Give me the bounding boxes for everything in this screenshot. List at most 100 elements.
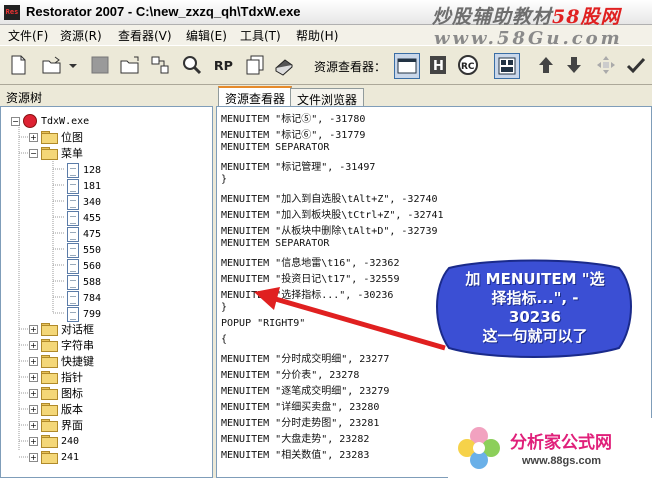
collapse-toggle[interactable]: − <box>11 116 20 126</box>
code-line: MENUITEM SEPARATOR <box>221 238 330 249</box>
magnifier-icon <box>183 56 202 75</box>
app-window: Res Restorator 2007 - C:\new_zxzq_qh\Tdx… <box>0 0 652 478</box>
brand-url: www.88gs.com <box>522 455 602 467</box>
resource-link-button[interactable] <box>148 52 172 78</box>
tree-item-label: 版本 <box>61 403 83 416</box>
tree-item-label: 菜单 <box>61 147 83 160</box>
code-line: MENUITEM "详细买卖盘", 23280 <box>221 402 380 413</box>
expand-toggle[interactable]: + <box>29 404 38 414</box>
tree-item-label: 340 <box>83 196 102 208</box>
tree-root[interactable]: − TdxW.exe <box>11 113 89 129</box>
new-file-button[interactable] <box>6 52 30 78</box>
tree-item-accelerator[interactable]: + 快捷键 <box>29 353 94 369</box>
expand-toggle[interactable]: + <box>29 388 38 398</box>
code-line: MENUITEM "相关数值", 23283 <box>221 450 370 461</box>
tree-item-menu-550[interactable]: 550 <box>67 242 101 258</box>
toolbar: RP 资源查看器： H RC <box>0 45 652 85</box>
tree-item-icon[interactable]: + 图标 <box>29 385 83 401</box>
document-icon <box>67 274 79 290</box>
checkmark-icon <box>626 57 646 74</box>
tree-item-menu-799[interactable]: 799 <box>67 306 101 322</box>
tree-item-label: 指针 <box>61 371 83 384</box>
callout-line: 择指标...", - <box>491 289 579 307</box>
folder-icon <box>41 323 58 336</box>
navigate-button[interactable] <box>594 52 618 78</box>
save-button[interactable] <box>88 52 112 78</box>
rc-view-button[interactable]: RC <box>456 52 480 78</box>
collapse-toggle[interactable]: − <box>29 148 38 158</box>
menu-edit[interactable]: 编辑(E) <box>186 27 227 44</box>
move-down-button[interactable] <box>562 52 586 78</box>
find-button[interactable] <box>180 52 204 78</box>
open-button[interactable] <box>40 52 64 78</box>
tree-item-label: 455 <box>83 212 102 224</box>
hex-view-button[interactable]: H <box>426 52 450 78</box>
tree-item-menu-128[interactable]: 128 <box>67 162 101 178</box>
tree-item-menu-588[interactable]: 588 <box>67 274 101 290</box>
code-line: MENUITEM "标记⑤", -31780 <box>221 114 366 125</box>
document-icon <box>67 242 79 258</box>
menu-help[interactable]: 帮助(H) <box>296 27 338 44</box>
grid-view-button[interactable] <box>494 53 520 79</box>
tree-item-menu-784[interactable]: 784 <box>67 290 101 306</box>
viewer-mode-button[interactable] <box>394 53 420 79</box>
tree-item-menu-560[interactable]: 560 <box>67 258 101 274</box>
tab-file-browser[interactable]: 文件浏览器 <box>290 88 365 107</box>
menu-viewer[interactable]: 查看器(V) <box>118 27 172 44</box>
document-icon <box>67 258 79 274</box>
expand-toggle[interactable]: + <box>29 324 38 334</box>
tree-item-version[interactable]: + 版本 <box>29 401 83 417</box>
tree-item-string[interactable]: + 字符串 <box>29 337 94 353</box>
viewer-tabs: 资源查看器 文件浏览器 <box>216 86 652 107</box>
app-logo-icon: Res <box>4 5 20 20</box>
check-button[interactable] <box>624 52 648 78</box>
expand-toggle[interactable]: + <box>29 356 38 366</box>
svg-text:RP: RP <box>214 58 233 73</box>
export-button[interactable] <box>118 52 142 78</box>
code-line: MENUITEM "分时走势图", 23281 <box>221 418 380 429</box>
tree-item-240[interactable]: +240 <box>29 433 79 449</box>
tree-item-interface[interactable]: + 界面 <box>29 417 83 433</box>
code-line: MENUITEM "大盘走势", 23282 <box>221 434 370 445</box>
tree-item-menu-455[interactable]: 455 <box>67 210 101 226</box>
tree-item-label: 475 <box>83 228 102 240</box>
move-up-button[interactable] <box>534 52 558 78</box>
arrow-down-icon <box>567 57 581 73</box>
tree-item-label: 560 <box>83 260 102 272</box>
tree-item-bitmap[interactable]: + 位图 <box>29 129 83 145</box>
expand-toggle[interactable]: + <box>29 340 38 350</box>
menu-tools[interactable]: 工具(T) <box>240 27 281 44</box>
code-line: MENUITEM "分价表", 23278 <box>221 370 360 381</box>
tree-item-menu-181[interactable]: 181 <box>67 178 101 194</box>
brand-flower-icon <box>458 427 500 469</box>
tree-item-menu-475[interactable]: 475 <box>67 226 101 242</box>
expand-toggle[interactable]: + <box>29 436 38 446</box>
menu-resource[interactable]: 资源(R) <box>60 27 102 44</box>
title-bar: Res Restorator 2007 - C:\new_zxzq_qh\Tdx… <box>0 0 652 28</box>
tree-item-cursor[interactable]: + 指针 <box>29 369 83 385</box>
copy-button[interactable] <box>243 52 267 78</box>
rp-button[interactable]: RP <box>210 52 238 78</box>
book-button[interactable] <box>272 52 296 78</box>
expand-toggle[interactable]: + <box>29 132 38 142</box>
exe-file-icon <box>23 114 37 128</box>
code-line: } <box>221 174 228 185</box>
open-dropdown-button[interactable] <box>66 52 80 78</box>
expand-toggle[interactable]: + <box>29 420 38 430</box>
expand-toggle[interactable]: + <box>29 452 38 462</box>
document-icon <box>67 194 79 210</box>
tree-item-dialog[interactable]: + 对话框 <box>29 321 94 337</box>
tree-item-241[interactable]: +241 <box>29 449 79 465</box>
tree-item-label: 588 <box>83 276 102 288</box>
tree-item-menu-340[interactable]: 340 <box>67 194 101 210</box>
tree-item-label: 799 <box>83 308 102 320</box>
window-view-icon <box>397 58 417 74</box>
tab-resource-viewer[interactable]: 资源查看器 <box>218 86 293 106</box>
annotation-arrow <box>254 287 446 351</box>
document-icon <box>67 162 79 178</box>
menu-file[interactable]: 文件(F) <box>8 27 48 44</box>
tree-root-label: TdxW.exe <box>41 115 90 127</box>
arrow-up-icon <box>539 57 553 73</box>
expand-toggle[interactable]: + <box>29 372 38 382</box>
tree-item-menu[interactable]: − 菜单 <box>29 145 83 161</box>
